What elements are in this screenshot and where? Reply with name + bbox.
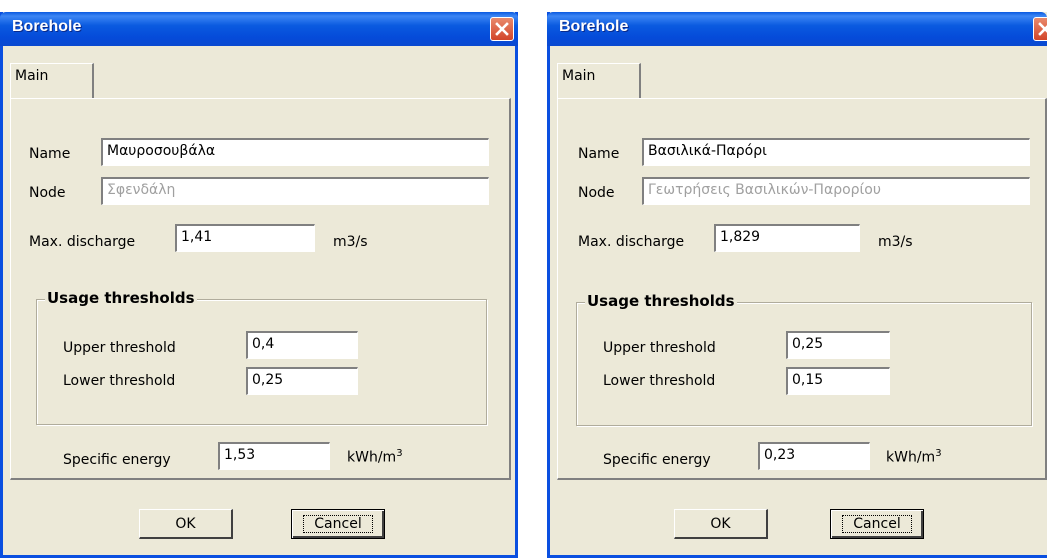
node-field: Γεωτρήσεις Βασιλικών-Παρορίου — [642, 177, 1030, 205]
cancel-button-label: Cancel — [303, 515, 373, 533]
close-icon — [1038, 22, 1047, 36]
node-label: Node — [578, 185, 615, 201]
node-field: Σφενδάλη — [101, 177, 489, 205]
max-discharge-field[interactable]: 1,829 — [714, 224, 860, 252]
specific-energy-unit-base: kWh/m — [886, 449, 936, 466]
upper-threshold-field[interactable]: 0,4 — [246, 331, 358, 359]
close-button[interactable] — [1033, 17, 1047, 41]
upper-threshold-label: Upper threshold — [63, 340, 176, 356]
max-discharge-label: Max. discharge — [578, 234, 685, 250]
tab-main[interactable]: Main — [10, 63, 94, 99]
lower-threshold-label: Lower threshold — [603, 373, 716, 389]
usage-thresholds-group: Usage thresholds — [576, 292, 1032, 426]
specific-energy-field[interactable]: 1,53 — [218, 442, 330, 470]
tab-main[interactable]: Main — [557, 63, 641, 99]
lower-threshold-field[interactable]: 0,25 — [246, 367, 358, 395]
cancel-button[interactable]: Cancel — [830, 509, 924, 539]
specific-energy-label: Specific energy — [63, 452, 171, 468]
upper-threshold-label: Upper threshold — [603, 340, 716, 356]
dialog-title: Borehole — [12, 18, 82, 35]
borehole-dialog-1: Borehole Main Name Μαυροσουβάλα Node Σφε… — [0, 12, 518, 558]
title-bar[interactable]: Borehole — [0, 12, 518, 46]
max-discharge-field[interactable]: 1,41 — [175, 224, 315, 252]
specific-energy-unit-base: kWh/m — [347, 449, 397, 466]
usage-thresholds-title: Usage thresholds — [585, 292, 737, 310]
name-field[interactable]: Βασιλικά-Παρόρι — [642, 138, 1030, 166]
close-button[interactable] — [490, 17, 514, 41]
name-field[interactable]: Μαυροσουβάλα — [101, 138, 489, 166]
max-discharge-unit: m3/s — [333, 234, 368, 250]
node-label: Node — [29, 185, 66, 201]
specific-energy-label: Specific energy — [603, 452, 711, 468]
name-label: Name — [578, 146, 620, 162]
ok-button[interactable]: OK — [674, 509, 768, 539]
dialog-title: Borehole — [559, 18, 629, 35]
close-icon — [495, 22, 509, 36]
max-discharge-unit: m3/s — [878, 234, 913, 250]
lower-threshold-field[interactable]: 0,15 — [786, 367, 890, 395]
usage-thresholds-title: Usage thresholds — [45, 289, 197, 307]
tab-main-label: Main — [562, 68, 596, 84]
specific-energy-unit: kWh/m3 — [347, 448, 403, 466]
specific-energy-field[interactable]: 0,23 — [758, 442, 870, 470]
specific-energy-unit-exponent: 3 — [396, 448, 403, 459]
borehole-dialog-2: Borehole Main Name Βασιλικά-Παρόρι Node … — [547, 12, 1047, 558]
tab-main-label: Main — [15, 68, 49, 84]
cancel-button-label: Cancel — [842, 515, 912, 533]
ok-button[interactable]: OK — [139, 509, 233, 539]
usage-thresholds-group: Usage thresholds — [36, 289, 487, 425]
specific-energy-unit: kWh/m3 — [886, 448, 942, 466]
title-bar[interactable]: Borehole — [547, 12, 1047, 46]
cancel-button[interactable]: Cancel — [291, 509, 385, 539]
lower-threshold-label: Lower threshold — [63, 373, 176, 389]
max-discharge-label: Max. discharge — [29, 234, 136, 250]
name-label: Name — [29, 146, 71, 162]
specific-energy-unit-exponent: 3 — [935, 448, 942, 459]
upper-threshold-field[interactable]: 0,25 — [786, 331, 890, 359]
